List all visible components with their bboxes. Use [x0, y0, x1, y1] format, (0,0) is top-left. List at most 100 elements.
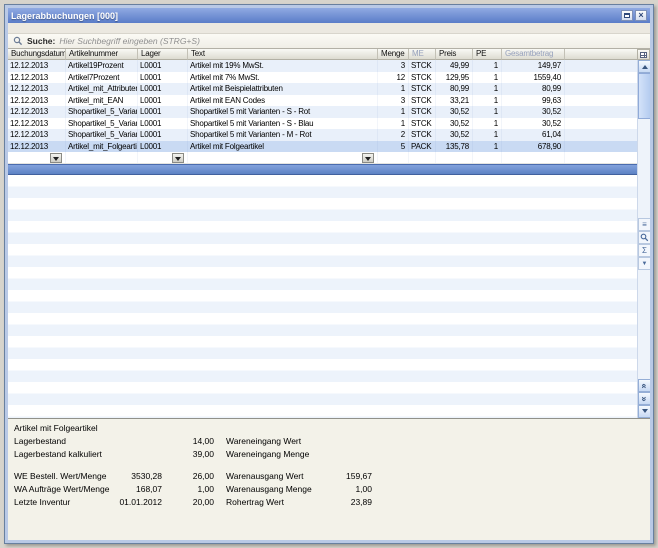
- toolbar-strip: [8, 23, 650, 34]
- cell-lager: L0001: [138, 141, 188, 153]
- cell-pe: 1: [473, 83, 502, 95]
- search-input[interactable]: Suche: Hier Suchbegriff eingeben (STRG+S…: [8, 34, 650, 49]
- cell-pe: 1: [473, 129, 502, 141]
- edit-cell-lager[interactable]: [138, 152, 188, 163]
- list-icon: ≡: [642, 221, 647, 229]
- detail-label-right: Warenausgang Menge: [226, 483, 338, 496]
- detail-row: WE Bestell. Wert/Menge3530,2826,00Warena…: [14, 470, 644, 483]
- table-row-7[interactable]: 12.12.2013Shopartikel_5_VariantL0001Shop…: [8, 129, 637, 141]
- cell-menge: 1: [378, 106, 409, 118]
- column-header-gesamtbetrag[interactable]: Gesamtbetrag: [502, 49, 565, 60]
- detail-label-left: Lagerbestand: [14, 435, 114, 448]
- cell-artikelnummer: Artikel19Prozent: [66, 60, 138, 72]
- column-header-buchungsdatum[interactable]: Buchungsdatum: [8, 49, 66, 60]
- empty-rows-area: [8, 175, 637, 418]
- column-header-text[interactable]: Text: [188, 49, 378, 60]
- cell-pe: 1: [473, 118, 502, 130]
- cell-pe: 1: [473, 95, 502, 107]
- cell-artikelnummer: Shopartikel_5_Variant: [66, 106, 138, 118]
- window-title: Lagerabbuchungen [000]: [11, 11, 621, 21]
- focused-row-bar[interactable]: [8, 164, 637, 176]
- scroll-up-button[interactable]: [638, 60, 650, 73]
- edit-cell-me[interactable]: [409, 152, 436, 163]
- cell-gesamtbetrag: 80,99: [502, 83, 565, 95]
- dropdown-button-lager[interactable]: [172, 153, 184, 163]
- prev-group-button[interactable]: «: [638, 379, 650, 392]
- cell-gesamtbetrag: 1559,40: [502, 72, 565, 84]
- detail-value-1: 168,07: [114, 483, 162, 496]
- cell-menge: 1: [378, 83, 409, 95]
- edit-cell-pe[interactable]: [473, 152, 502, 163]
- detail-label-right: Rohertrag Wert: [226, 496, 338, 509]
- cell-me: STCK: [409, 72, 436, 84]
- dock-button[interactable]: [621, 10, 633, 21]
- edit-cell-buchungsdatum[interactable]: [8, 152, 66, 163]
- detail-row: Lagerbestand kalkuliert39,00Wareneingang…: [14, 448, 644, 461]
- column-header-preis[interactable]: Preis: [436, 49, 473, 60]
- sum-tool-button[interactable]: Σ: [638, 244, 650, 257]
- cell-pe: 1: [473, 106, 502, 118]
- edit-cell-menge[interactable]: [378, 152, 409, 163]
- table-row-8[interactable]: 12.12.2013Artikel_mit_FolgeartikL0001Art…: [8, 141, 637, 153]
- close-button[interactable]: ×: [635, 10, 647, 21]
- arrow-up-icon: [642, 62, 648, 69]
- table-options-button[interactable]: ≡: [638, 218, 650, 231]
- column-header-menge[interactable]: Menge: [378, 49, 409, 60]
- search-tool-button[interactable]: [638, 231, 650, 244]
- cell-text: Artikel mit Beispielattributen: [188, 83, 378, 95]
- cell-pe: 1: [473, 72, 502, 84]
- edit-row[interactable]: [8, 152, 637, 164]
- column-header-artikelnummer[interactable]: Artikelnummer: [66, 49, 138, 60]
- dropdown-button-buchungsdatum[interactable]: [50, 153, 62, 163]
- cell-me: STCK: [409, 118, 436, 130]
- cell-menge: 5: [378, 141, 409, 153]
- cell-gesamtbetrag: 149,97: [502, 60, 565, 72]
- table-row-1[interactable]: 12.12.2013Artikel19ProzentL0001Artikel m…: [8, 60, 637, 72]
- search-placeholder: Hier Suchbegriff eingeben (STRG+S): [59, 36, 200, 46]
- table-row-2[interactable]: 12.12.2013Artikel7ProzentL0001Artikel mi…: [8, 72, 637, 84]
- detail-title: Artikel mit Folgeartikel: [14, 422, 644, 435]
- column-header-pe[interactable]: PE: [473, 49, 502, 60]
- column-header-me[interactable]: ME: [409, 49, 436, 60]
- table-row-5[interactable]: 12.12.2013Shopartikel_5_VariantL0001Shop…: [8, 106, 637, 118]
- window-titlebar[interactable]: Lagerabbuchungen [000] ×: [8, 8, 650, 23]
- table-row-3[interactable]: 12.12.2013Artikel_mit_AttributenL0001Art…: [8, 83, 637, 95]
- cell-gesamtbetrag: 99,63: [502, 95, 565, 107]
- cell-gesamtbetrag: 678,90: [502, 141, 565, 153]
- edit-cell-text[interactable]: [188, 152, 378, 163]
- cell-preis: 30,52: [436, 118, 473, 130]
- cell-artikelnummer: Shopartikel_5_Variant: [66, 129, 138, 141]
- cell-text: Shopartikel 5 mit Varianten - M - Rot: [188, 129, 378, 141]
- cell-filler: [565, 60, 637, 72]
- search-label: Suche:: [27, 36, 55, 46]
- double-down-icon: »: [640, 396, 649, 400]
- scroll-thumb[interactable]: [638, 73, 650, 119]
- cell-preis: 33,21: [436, 95, 473, 107]
- detail-value-3: [338, 448, 372, 461]
- table-row-4[interactable]: 12.12.2013Artikel_mit_EANL0001Artikel mi…: [8, 95, 637, 107]
- table-row-6[interactable]: 12.12.2013Shopartikel_5_VariantL0001Shop…: [8, 118, 637, 130]
- edit-cell-gesamtbetrag[interactable]: [502, 152, 565, 163]
- dropdown-button-text[interactable]: [362, 153, 374, 163]
- edit-cell-artikelnummer[interactable]: [66, 152, 138, 163]
- filter-tool-button[interactable]: ▼: [638, 257, 650, 270]
- detail-value-3: [338, 435, 372, 448]
- detail-value-3: 23,89: [338, 496, 372, 509]
- edit-cell-preis[interactable]: [436, 152, 473, 163]
- column-header-lager[interactable]: Lager: [138, 49, 188, 60]
- cell-me: STCK: [409, 95, 436, 107]
- cell-lager: L0001: [138, 106, 188, 118]
- cell-buchungsdatum: 12.12.2013: [8, 83, 66, 95]
- cell-menge: 3: [378, 60, 409, 72]
- column-chooser-button[interactable]: [637, 49, 650, 60]
- detail-value-1: [114, 435, 162, 448]
- detail-value-1: [114, 448, 162, 461]
- cell-filler: [565, 95, 637, 107]
- cell-artikelnummer: Artikel_mit_EAN: [66, 95, 138, 107]
- next-group-button[interactable]: »: [638, 392, 650, 405]
- cell-filler: [565, 118, 637, 130]
- cell-lager: L0001: [138, 95, 188, 107]
- arrow-down-icon: [642, 409, 648, 416]
- scroll-down-button[interactable]: [638, 405, 650, 418]
- column-header-filler: [565, 49, 637, 60]
